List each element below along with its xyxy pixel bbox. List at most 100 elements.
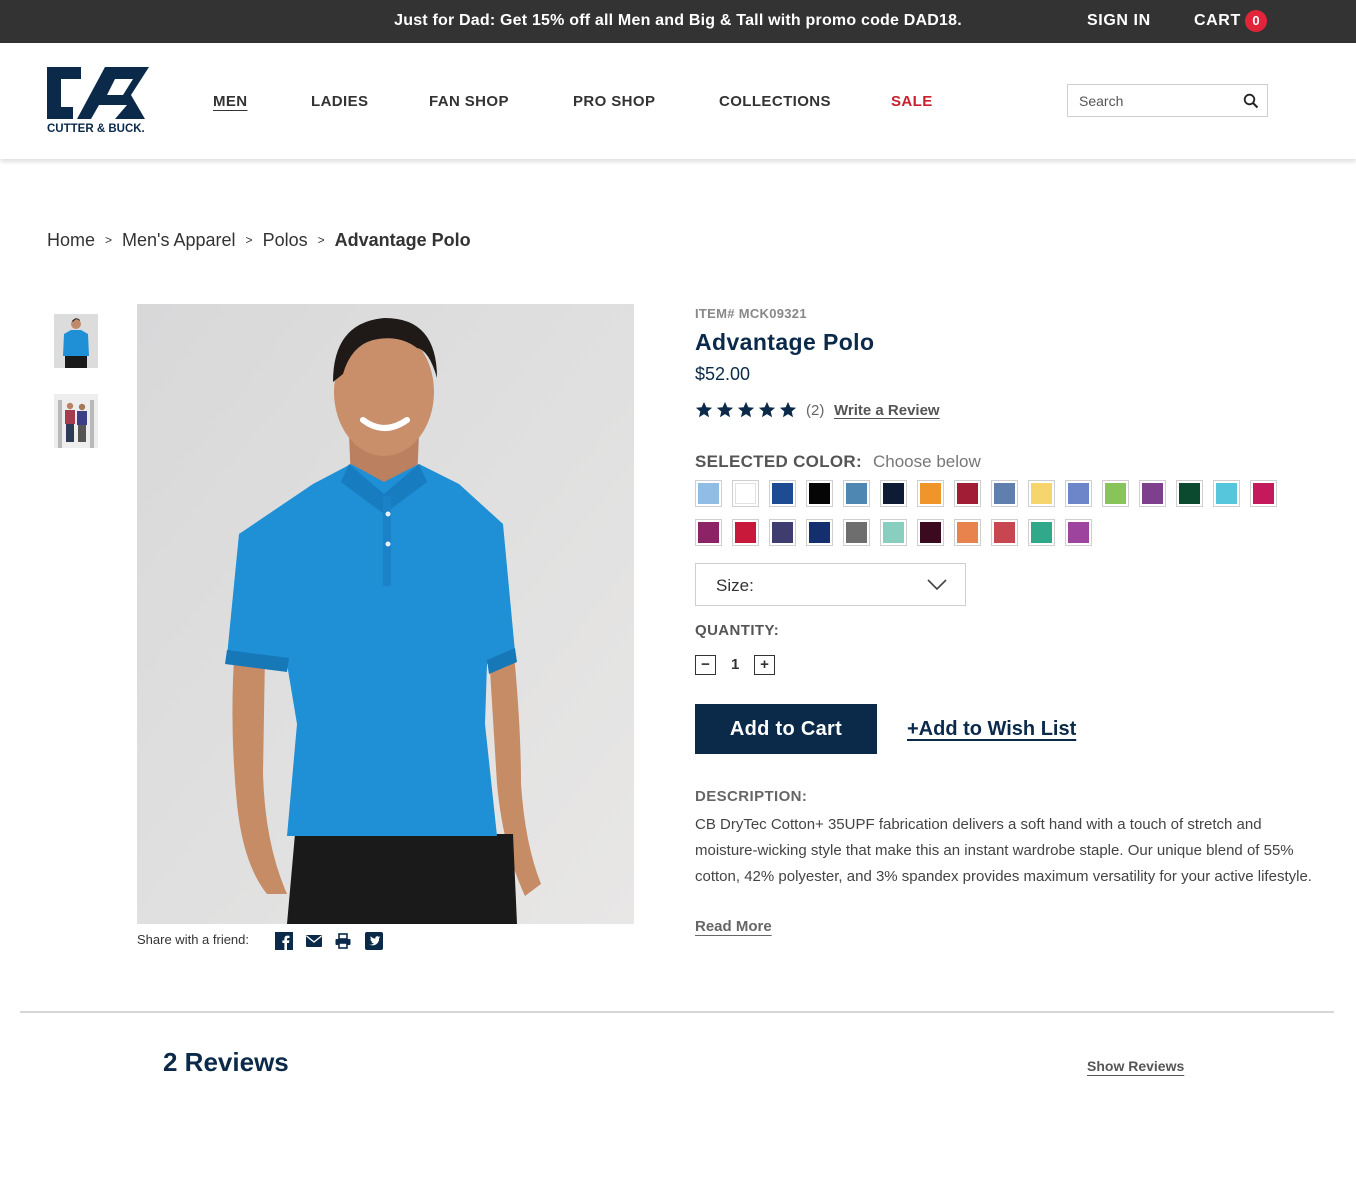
color-swatch-fill <box>809 522 830 543</box>
breadcrumb-polos[interactable]: Polos <box>263 230 308 251</box>
color-swatch[interactable] <box>880 519 907 546</box>
section-divider <box>20 1011 1334 1013</box>
breadcrumb-home[interactable]: Home <box>47 230 95 251</box>
color-swatch-fill <box>1068 522 1089 543</box>
color-swatch[interactable] <box>1102 480 1129 507</box>
color-swatch[interactable] <box>954 519 981 546</box>
brand-logo[interactable]: CUTTER & BUCK. <box>47 65 155 139</box>
color-swatch-fill <box>1031 522 1052 543</box>
thumbnail-image <box>54 394 98 448</box>
search-input[interactable] <box>1068 85 1238 116</box>
color-swatch[interactable] <box>1176 480 1203 507</box>
color-swatch-fill <box>1253 483 1274 504</box>
item-number: ITEM# MCK09321 <box>695 306 807 321</box>
color-swatch[interactable] <box>769 480 796 507</box>
read-more-link[interactable]: Read More <box>695 918 772 935</box>
color-swatch-fill <box>920 483 941 504</box>
twitter-icon[interactable] <box>365 932 383 950</box>
color-swatch[interactable] <box>1065 480 1092 507</box>
color-swatch-fill <box>883 522 904 543</box>
color-swatch-fill <box>846 483 867 504</box>
product-price: $52.00 <box>695 364 751 384</box>
color-swatch-fill <box>994 522 1015 543</box>
star-icon <box>779 401 797 418</box>
description-label: DESCRIPTION: <box>695 788 808 805</box>
reviews-title: 2 Reviews <box>163 1047 289 1077</box>
selected-color-value: Choose below <box>873 452 981 471</box>
quantity-label: QUANTITY: <box>695 622 780 639</box>
nav-sale[interactable]: SALE <box>891 93 933 110</box>
selected-color-label: SELECTED COLOR: <box>695 452 862 471</box>
chevron-down-icon <box>927 579 947 591</box>
email-icon[interactable] <box>305 932 323 950</box>
write-review-link[interactable]: Write a Review <box>834 402 940 419</box>
color-swatch-fill <box>994 483 1015 504</box>
star-icon <box>716 401 734 418</box>
quantity-decrease-button[interactable]: − <box>695 655 716 675</box>
nav-collections[interactable]: COLLECTIONS <box>719 93 831 110</box>
color-swatch[interactable] <box>1028 519 1055 546</box>
cart-count-badge[interactable]: 0 <box>1245 10 1267 32</box>
color-swatch[interactable] <box>954 480 981 507</box>
product-photo <box>137 304 634 924</box>
color-swatch[interactable] <box>806 519 833 546</box>
color-swatch[interactable] <box>695 480 722 507</box>
color-swatch-fill <box>735 522 756 543</box>
color-swatch[interactable] <box>843 519 870 546</box>
size-select[interactable]: Size: <box>695 563 966 606</box>
color-swatch[interactable] <box>695 519 722 546</box>
color-swatch[interactable] <box>917 519 944 546</box>
color-swatch[interactable] <box>1139 480 1166 507</box>
nav-fan-shop[interactable]: FAN SHOP <box>429 93 509 110</box>
color-swatch[interactable] <box>991 519 1018 546</box>
size-select-label: Size: <box>716 576 754 595</box>
thumbnail-front[interactable] <box>54 314 98 368</box>
rating-count: (2) <box>806 402 825 419</box>
logo-text: CUTTER & BUCK. <box>47 123 145 135</box>
color-swatch-fill <box>772 483 793 504</box>
nav-ladies[interactable]: LADIES <box>311 93 368 110</box>
add-to-wish-list-link[interactable]: +Add to Wish List <box>907 718 1076 741</box>
nav-men[interactable]: MEN <box>213 93 248 110</box>
star-icon <box>695 401 713 418</box>
logo-mark-icon <box>47 67 149 119</box>
cart-link[interactable]: CART <box>1194 12 1241 30</box>
product-main-image[interactable] <box>137 304 634 924</box>
color-swatch-fill <box>920 522 941 543</box>
color-swatch[interactable] <box>843 480 870 507</box>
search-icon[interactable] <box>1243 93 1259 109</box>
show-reviews-link[interactable]: Show Reviews <box>1087 1058 1184 1074</box>
add-to-cart-button[interactable]: Add to Cart <box>695 704 877 754</box>
color-swatch[interactable] <box>1028 480 1055 507</box>
color-swatch[interactable] <box>991 480 1018 507</box>
description-text: CB DryTec Cotton+ 35UPF fabrication deli… <box>695 816 1312 885</box>
color-swatch-fill <box>698 483 719 504</box>
color-swatch[interactable] <box>1213 480 1240 507</box>
quantity-value[interactable]: 1 <box>731 656 739 673</box>
color-swatch[interactable] <box>1250 480 1277 507</box>
search-box <box>1067 84 1268 117</box>
print-icon[interactable] <box>334 932 352 950</box>
color-swatch[interactable] <box>1065 519 1092 546</box>
quantity-increase-button[interactable]: + <box>754 655 775 675</box>
nav-pro-shop[interactable]: PRO SHOP <box>573 93 655 110</box>
breadcrumb-mens-apparel[interactable]: Men's Apparel <box>122 230 236 251</box>
color-swatch-fill <box>735 483 756 504</box>
color-swatch-fill <box>1105 483 1126 504</box>
color-swatch-fill <box>883 483 904 504</box>
star-icon <box>737 401 755 418</box>
color-swatch[interactable] <box>769 519 796 546</box>
color-swatch[interactable] <box>806 480 833 507</box>
thumbnail-lifestyle[interactable] <box>54 394 98 448</box>
color-swatch[interactable] <box>732 480 759 507</box>
color-swatch[interactable] <box>880 480 907 507</box>
promo-bar: Just for Dad: Get 15% off all Men and Bi… <box>0 0 1356 43</box>
color-swatch-fill <box>809 483 830 504</box>
facebook-icon[interactable] <box>275 932 293 950</box>
color-swatch[interactable] <box>732 519 759 546</box>
color-swatch[interactable] <box>917 480 944 507</box>
breadcrumb-current: Advantage Polo <box>334 230 471 250</box>
color-swatch-fill <box>772 522 793 543</box>
breadcrumb: Home > Men's Apparel > Polos > Advantage Polo <box>47 230 471 251</box>
sign-in-link[interactable]: SIGN IN <box>1087 12 1151 30</box>
